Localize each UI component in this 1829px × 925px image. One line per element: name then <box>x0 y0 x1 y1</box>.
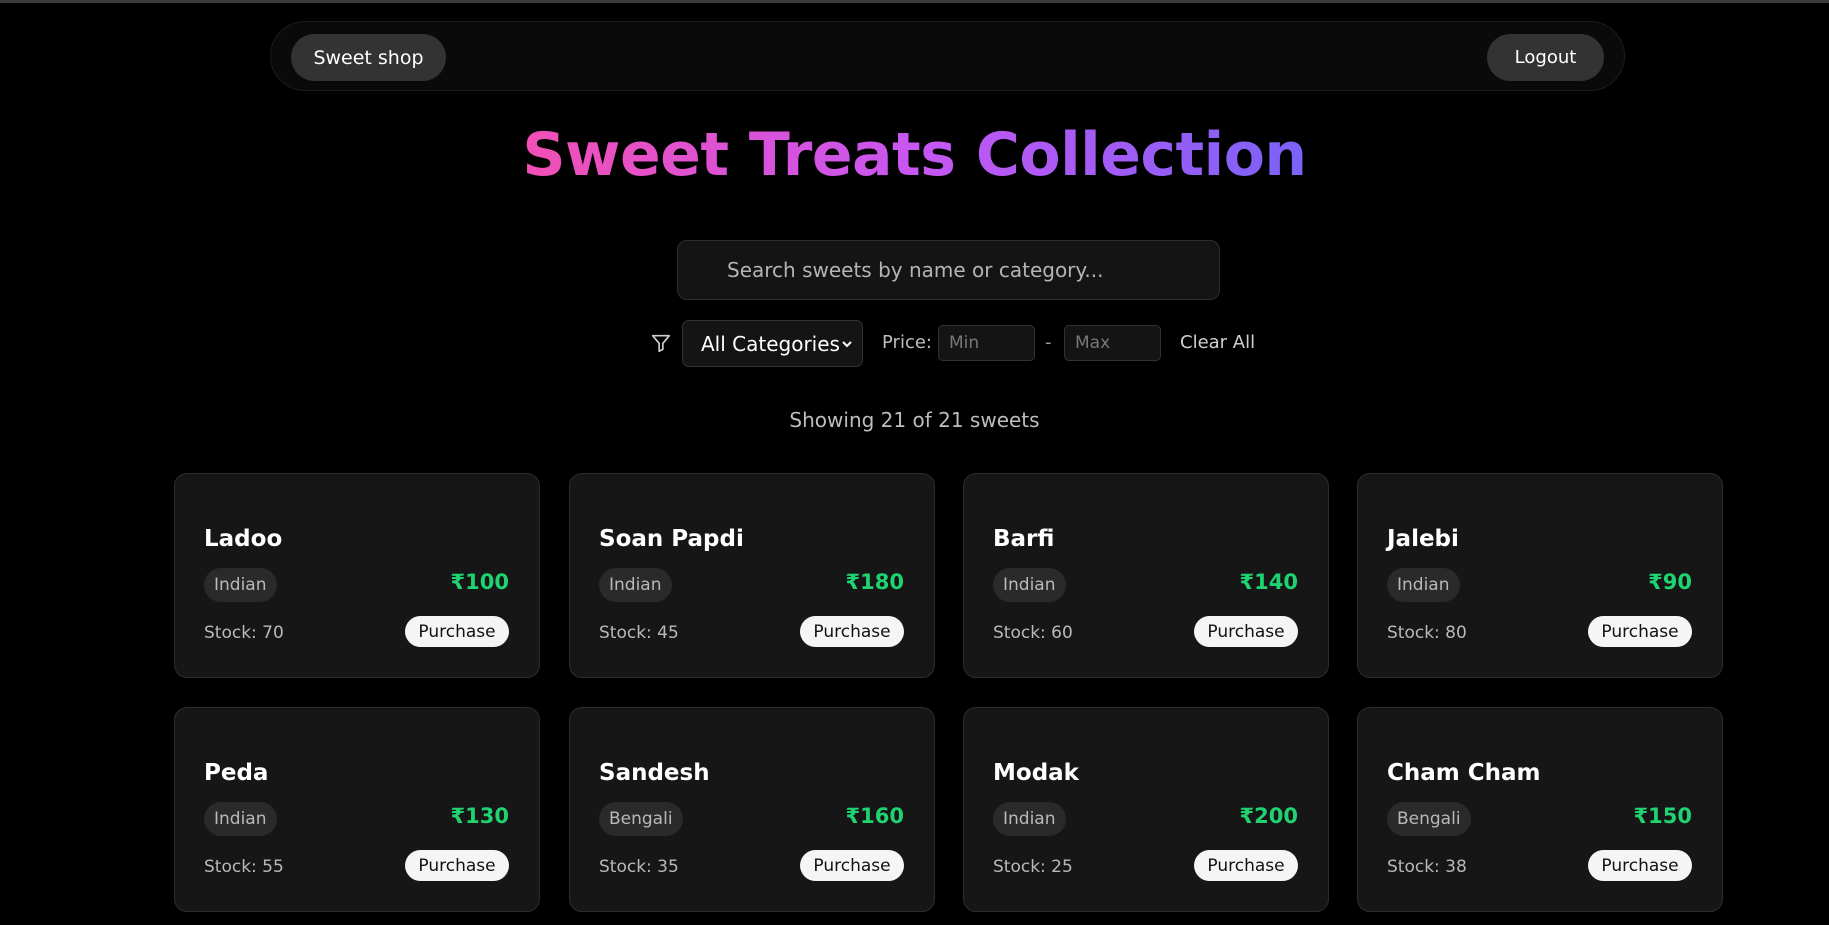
sweet-name: Ladoo <box>204 526 283 552</box>
page-title-text: Sweet Treats Collection <box>522 120 1307 190</box>
category-badge: Indian <box>1387 568 1460 602</box>
category-badge: Indian <box>993 802 1066 836</box>
sweet-name: Modak <box>993 760 1079 786</box>
sweet-price: ₹200 <box>1239 804 1298 828</box>
search-input[interactable] <box>677 240 1220 300</box>
window-top-border <box>0 0 1829 3</box>
filter-icon <box>651 334 671 353</box>
purchase-button[interactable]: Purchase <box>800 616 904 647</box>
price-label: Price: <box>882 332 932 353</box>
sweet-price: ₹150 <box>1633 804 1692 828</box>
sweet-card: Barfi Indian ₹140 Stock: 60 Purchase <box>963 473 1329 678</box>
sweet-price: ₹160 <box>845 804 904 828</box>
purchase-button[interactable]: Purchase <box>800 850 904 881</box>
category-select[interactable]: All Categories <box>682 320 863 367</box>
sweet-stock: Stock: 38 <box>1387 857 1467 877</box>
sweet-card: Ladoo Indian ₹100 Stock: 70 Purchase <box>174 473 540 678</box>
purchase-button[interactable]: Purchase <box>405 850 509 881</box>
sweet-name: Cham Cham <box>1387 760 1541 786</box>
sweet-stock: Stock: 60 <box>993 623 1073 643</box>
sweet-card: Peda Indian ₹130 Stock: 55 Purchase <box>174 707 540 912</box>
sweet-price: ₹180 <box>845 570 904 594</box>
sweet-card: Modak Indian ₹200 Stock: 25 Purchase <box>963 707 1329 912</box>
sweet-price: ₹140 <box>1239 570 1298 594</box>
price-max-input[interactable] <box>1064 325 1161 361</box>
category-badge: Bengali <box>599 802 683 836</box>
logout-button[interactable]: Logout <box>1487 34 1604 81</box>
purchase-button[interactable]: Purchase <box>1588 616 1692 647</box>
category-badge: Indian <box>599 568 672 602</box>
category-badge: Indian <box>204 802 277 836</box>
sweet-stock: Stock: 70 <box>204 623 284 643</box>
category-badge: Indian <box>204 568 277 602</box>
brand-button[interactable]: Sweet shop <box>291 34 446 81</box>
sweet-card: Sandesh Bengali ₹160 Stock: 35 Purchase <box>569 707 935 912</box>
price-min-input[interactable] <box>938 325 1035 361</box>
purchase-button[interactable]: Purchase <box>405 616 509 647</box>
category-badge: Indian <box>993 568 1066 602</box>
sweet-name: Sandesh <box>599 760 710 786</box>
results-count: Showing 21 of 21 sweets <box>789 408 1040 432</box>
sweet-card: Soan Papdi Indian ₹180 Stock: 45 Purchas… <box>569 473 935 678</box>
sweet-card: Cham Cham Bengali ₹150 Stock: 38 Purchas… <box>1357 707 1723 912</box>
sweet-name: Barfi <box>993 526 1055 552</box>
sweets-grid: Ladoo Indian ₹100 Stock: 70 Purchase Soa… <box>174 473 1723 925</box>
navbar: Sweet shop Logout <box>270 21 1625 91</box>
sweet-name: Soan Papdi <box>599 526 744 552</box>
category-select-value: All Categories <box>701 331 840 356</box>
sweet-card: Jalebi Indian ₹90 Stock: 80 Purchase <box>1357 473 1723 678</box>
sweet-price: ₹90 <box>1648 570 1692 594</box>
sweet-stock: Stock: 25 <box>993 857 1073 877</box>
purchase-button[interactable]: Purchase <box>1588 850 1692 881</box>
clear-all-button[interactable]: Clear All <box>1180 332 1255 353</box>
price-separator: - <box>1045 332 1052 353</box>
purchase-button[interactable]: Purchase <box>1194 616 1298 647</box>
sweet-stock: Stock: 80 <box>1387 623 1467 643</box>
sweet-stock: Stock: 45 <box>599 623 679 643</box>
sweet-name: Jalebi <box>1387 526 1459 552</box>
sweet-price: ₹100 <box>450 570 509 594</box>
sweet-stock: Stock: 35 <box>599 857 679 877</box>
purchase-button[interactable]: Purchase <box>1194 850 1298 881</box>
sweet-stock: Stock: 55 <box>204 857 284 877</box>
page-title: Sweet Treats Collection <box>0 117 1829 193</box>
category-badge: Bengali <box>1387 802 1471 836</box>
sweet-price: ₹130 <box>450 804 509 828</box>
sweet-name: Peda <box>204 760 269 786</box>
chevron-down-icon <box>842 341 852 348</box>
